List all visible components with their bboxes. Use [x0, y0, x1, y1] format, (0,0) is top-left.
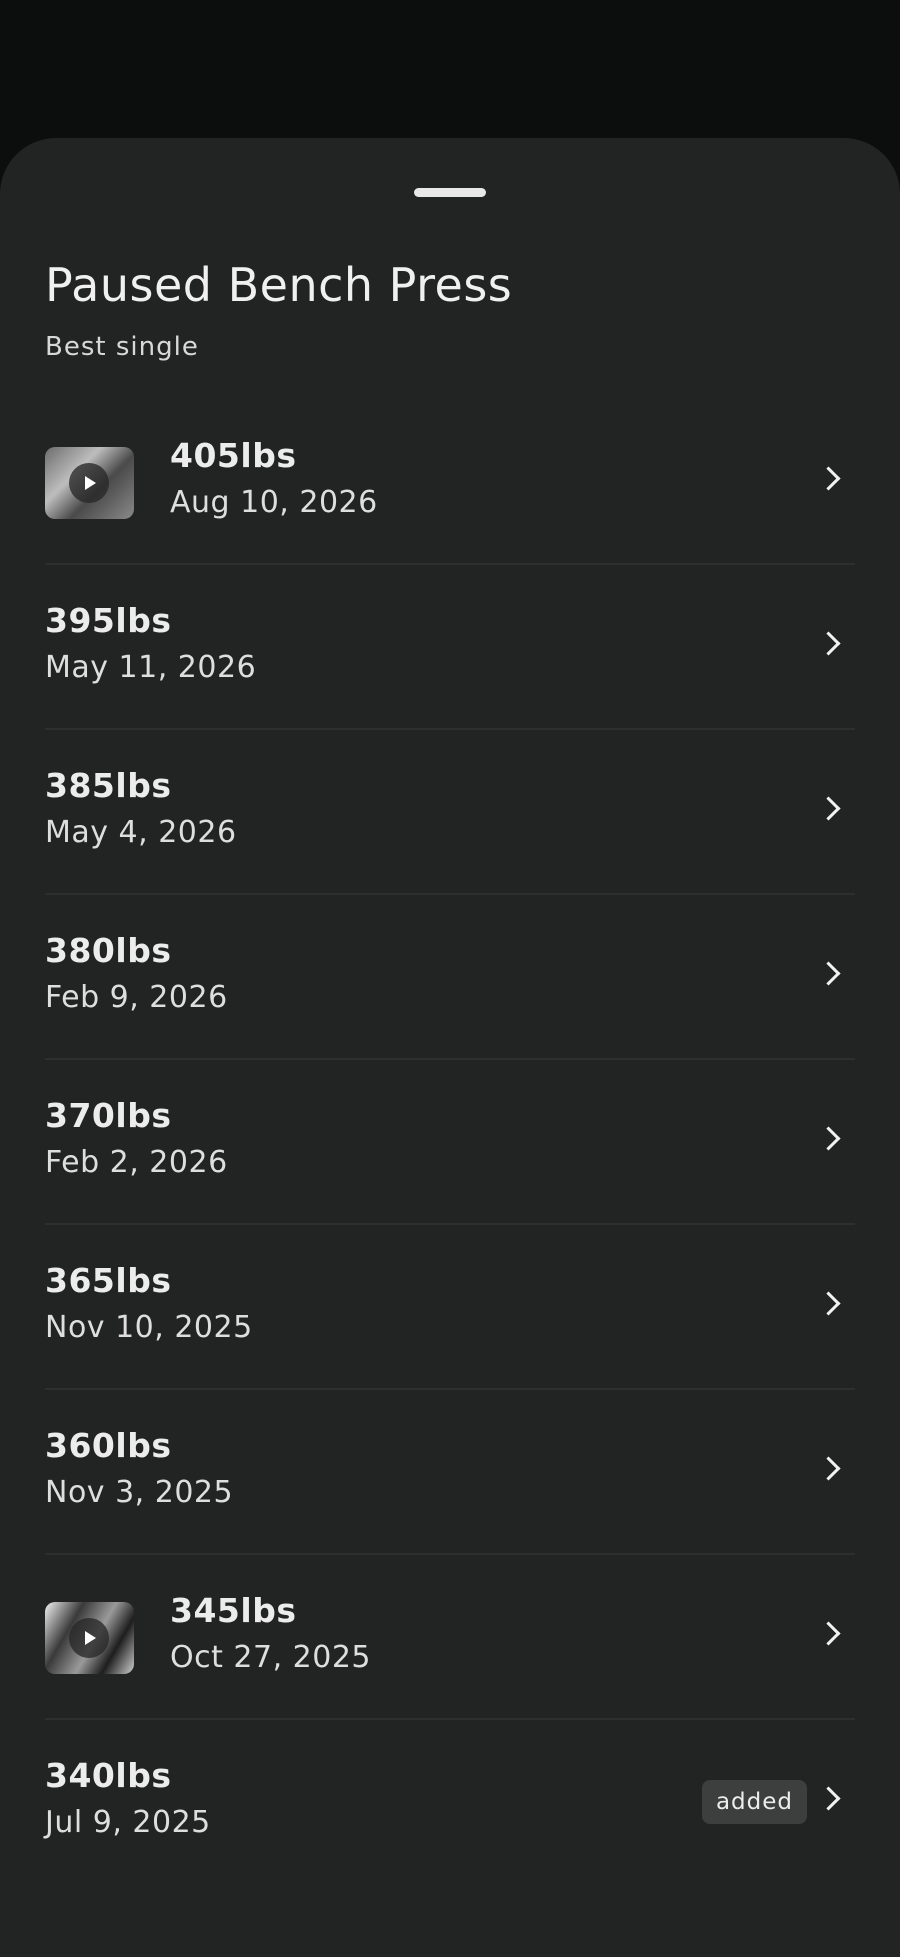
record-date: May 11, 2026: [45, 650, 257, 685]
record-date: Nov 10, 2025: [45, 1310, 253, 1345]
chevron-right-icon: [816, 796, 841, 821]
record-row[interactable]: 380lbs Feb 9, 2026: [45, 895, 855, 1060]
chevron-right-icon: [816, 1291, 841, 1316]
chevron-right-icon: [816, 1456, 841, 1481]
play-icon: [69, 463, 109, 503]
records-list: 405lbs Aug 10, 2026 395lbs May 11, 2026 …: [45, 400, 855, 1883]
record-row[interactable]: 370lbs Feb 2, 2026: [45, 1060, 855, 1225]
chevron-right-icon: [816, 631, 841, 656]
record-weight: 405lbs: [170, 436, 297, 475]
chevron-right-icon: [816, 1621, 841, 1646]
chevron-right-icon: [816, 1126, 841, 1151]
record-date: May 4, 2026: [45, 815, 237, 850]
record-weight: 365lbs: [45, 1261, 172, 1300]
record-date: Feb 2, 2026: [45, 1145, 228, 1180]
record-date: Jul 9, 2025: [45, 1805, 211, 1840]
record-date: Feb 9, 2026: [45, 980, 228, 1015]
record-row[interactable]: 340lbs Jul 9, 2025 added: [45, 1720, 855, 1883]
record-row[interactable]: 405lbs Aug 10, 2026: [45, 400, 855, 565]
video-thumbnail[interactable]: [45, 447, 134, 519]
record-weight: 385lbs: [45, 766, 172, 805]
record-weight: 370lbs: [45, 1096, 172, 1135]
record-weight: 380lbs: [45, 931, 172, 970]
record-weight: 340lbs: [45, 1756, 172, 1795]
record-row[interactable]: 385lbs May 4, 2026: [45, 730, 855, 895]
bottom-sheet: Paused Bench Press Best single 405lbs Au…: [0, 138, 900, 1957]
record-date: Nov 3, 2025: [45, 1475, 234, 1510]
record-row[interactable]: 395lbs May 11, 2026: [45, 565, 855, 730]
record-date: Oct 27, 2025: [170, 1640, 371, 1675]
record-row[interactable]: 360lbs Nov 3, 2025: [45, 1390, 855, 1555]
chevron-right-icon: [816, 961, 841, 986]
exercise-title: Paused Bench Press: [45, 258, 513, 312]
chevron-right-icon: [816, 1786, 841, 1811]
record-weight: 360lbs: [45, 1426, 172, 1465]
record-row[interactable]: 345lbs Oct 27, 2025: [45, 1555, 855, 1720]
record-weight: 345lbs: [170, 1591, 297, 1630]
record-date: Aug 10, 2026: [170, 485, 378, 520]
record-row[interactable]: 365lbs Nov 10, 2025: [45, 1225, 855, 1390]
added-badge: added: [701, 1780, 807, 1824]
drag-handle[interactable]: [414, 188, 486, 197]
record-weight: 395lbs: [45, 601, 172, 640]
play-icon: [69, 1618, 109, 1658]
record-type-subtitle: Best single: [45, 332, 199, 362]
chevron-right-icon: [816, 466, 841, 491]
video-thumbnail[interactable]: [45, 1602, 134, 1674]
